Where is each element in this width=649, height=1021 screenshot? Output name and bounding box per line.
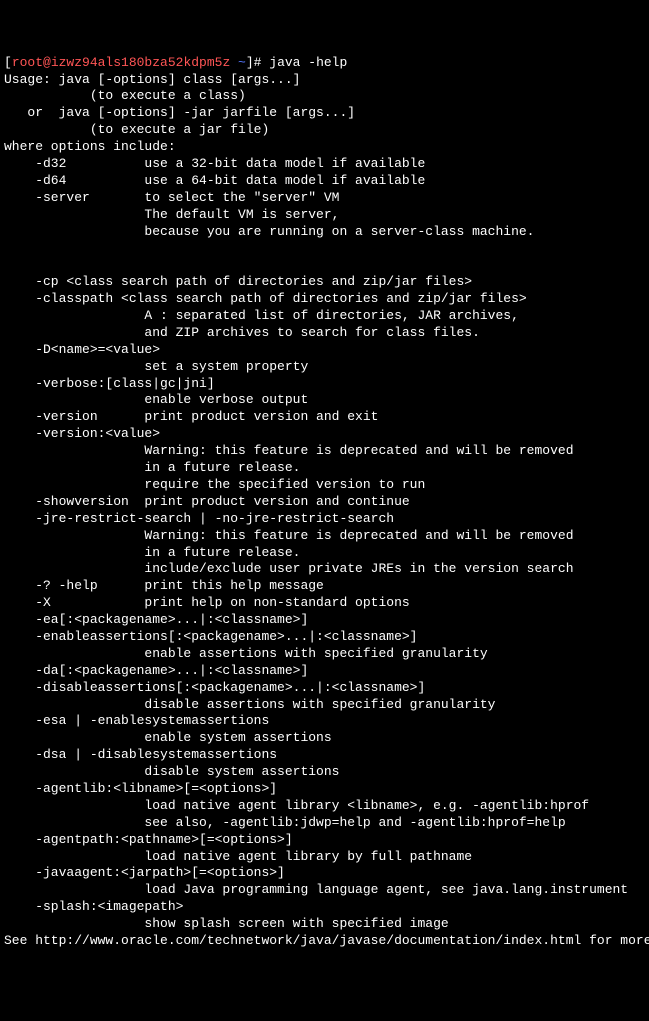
output-line: -version print product version and exit	[4, 409, 378, 424]
output-line: because you are running on a server-clas…	[4, 224, 535, 239]
output-line: enable system assertions	[4, 730, 332, 745]
output-line: load native agent library by full pathna…	[4, 849, 472, 864]
output-line: -classpath <class search path of directo…	[4, 291, 527, 306]
output-line: -javaagent:<jarpath>[=<options>]	[4, 865, 285, 880]
output-line: disable assertions with specified granul…	[4, 697, 495, 712]
prompt-path: ~	[230, 55, 246, 70]
output-line: See http://www.oracle.com/technetwork/ja…	[4, 933, 649, 948]
output-line: include/exclude user private JREs in the…	[4, 561, 574, 576]
output-line: load native agent library <libname>, e.g…	[4, 798, 589, 813]
output-line: Warning: this feature is deprecated and …	[4, 528, 574, 543]
prompt-open: [	[4, 55, 12, 70]
output-line: -dsa | -disablesystemassertions	[4, 747, 277, 762]
output-line: -X print help on non-standard options	[4, 595, 410, 610]
output-line: -esa | -enablesystemassertions	[4, 713, 269, 728]
output-line: show splash screen with specified image	[4, 916, 449, 931]
output-line: -disableassertions[:<packagename>...|:<c…	[4, 680, 425, 695]
prompt-line: [root@izwz94als180bza52kdpm5z ~]# java -…	[4, 55, 347, 70]
output-line: -D<name>=<value>	[4, 342, 160, 357]
output-line: -jre-restrict-search | -no-jre-restrict-…	[4, 511, 394, 526]
output-line: -? -help print this help message	[4, 578, 324, 593]
output-line: (to execute a jar file)	[4, 122, 269, 137]
output-line: -cp <class search path of directories an…	[4, 274, 472, 289]
output-line: where options include:	[4, 139, 176, 154]
output-line: -agentlib:<libname>[=<options>]	[4, 781, 277, 796]
output-line: -d32 use a 32-bit data model if availabl…	[4, 156, 425, 171]
output-line: enable assertions with specified granula…	[4, 646, 488, 661]
output-line: Warning: this feature is deprecated and …	[4, 443, 574, 458]
output-line: -verbose:[class|gc|jni]	[4, 376, 215, 391]
output-line: -da[:<packagename>...|:<classname>]	[4, 663, 308, 678]
output-line: in a future release.	[4, 460, 300, 475]
command-text: java -help	[269, 55, 347, 70]
output-line: The default VM is server,	[4, 207, 339, 222]
terminal-output[interactable]: [root@izwz94als180bza52kdpm5z ~]# java -…	[4, 55, 645, 950]
output-line: Usage: java [-options] class [args...]	[4, 72, 300, 87]
prompt-close: ]#	[246, 55, 269, 70]
output-line: in a future release.	[4, 545, 300, 560]
output-line: -enableassertions[:<packagename>...|:<cl…	[4, 629, 417, 644]
output-line: -agentpath:<pathname>[=<options>]	[4, 832, 293, 847]
output-line: and ZIP archives to search for class fil…	[4, 325, 480, 340]
output-line: -version:<value>	[4, 426, 160, 441]
output-line: -splash:<imagepath>	[4, 899, 183, 914]
output-line: disable system assertions	[4, 764, 339, 779]
output-line: or java [-options] -jar jarfile [args...…	[4, 105, 355, 120]
output-line: (to execute a class)	[4, 88, 246, 103]
output-line: -d64 use a 64-bit data model if availabl…	[4, 173, 425, 188]
output-line: see also, -agentlib:jdwp=help and -agent…	[4, 815, 566, 830]
prompt-user-host: root@izwz94als180bza52kdpm5z	[12, 55, 230, 70]
output-line: set a system property	[4, 359, 308, 374]
output-line: require the specified version to run	[4, 477, 425, 492]
output-line: -ea[:<packagename>...|:<classname>]	[4, 612, 308, 627]
output-line: -showversion print product version and c…	[4, 494, 410, 509]
output-line: A : separated list of directories, JAR a…	[4, 308, 519, 323]
output-line: load Java programming language agent, se…	[4, 882, 628, 897]
output-line: -server to select the "server" VM	[4, 190, 339, 205]
output-line: enable verbose output	[4, 392, 308, 407]
